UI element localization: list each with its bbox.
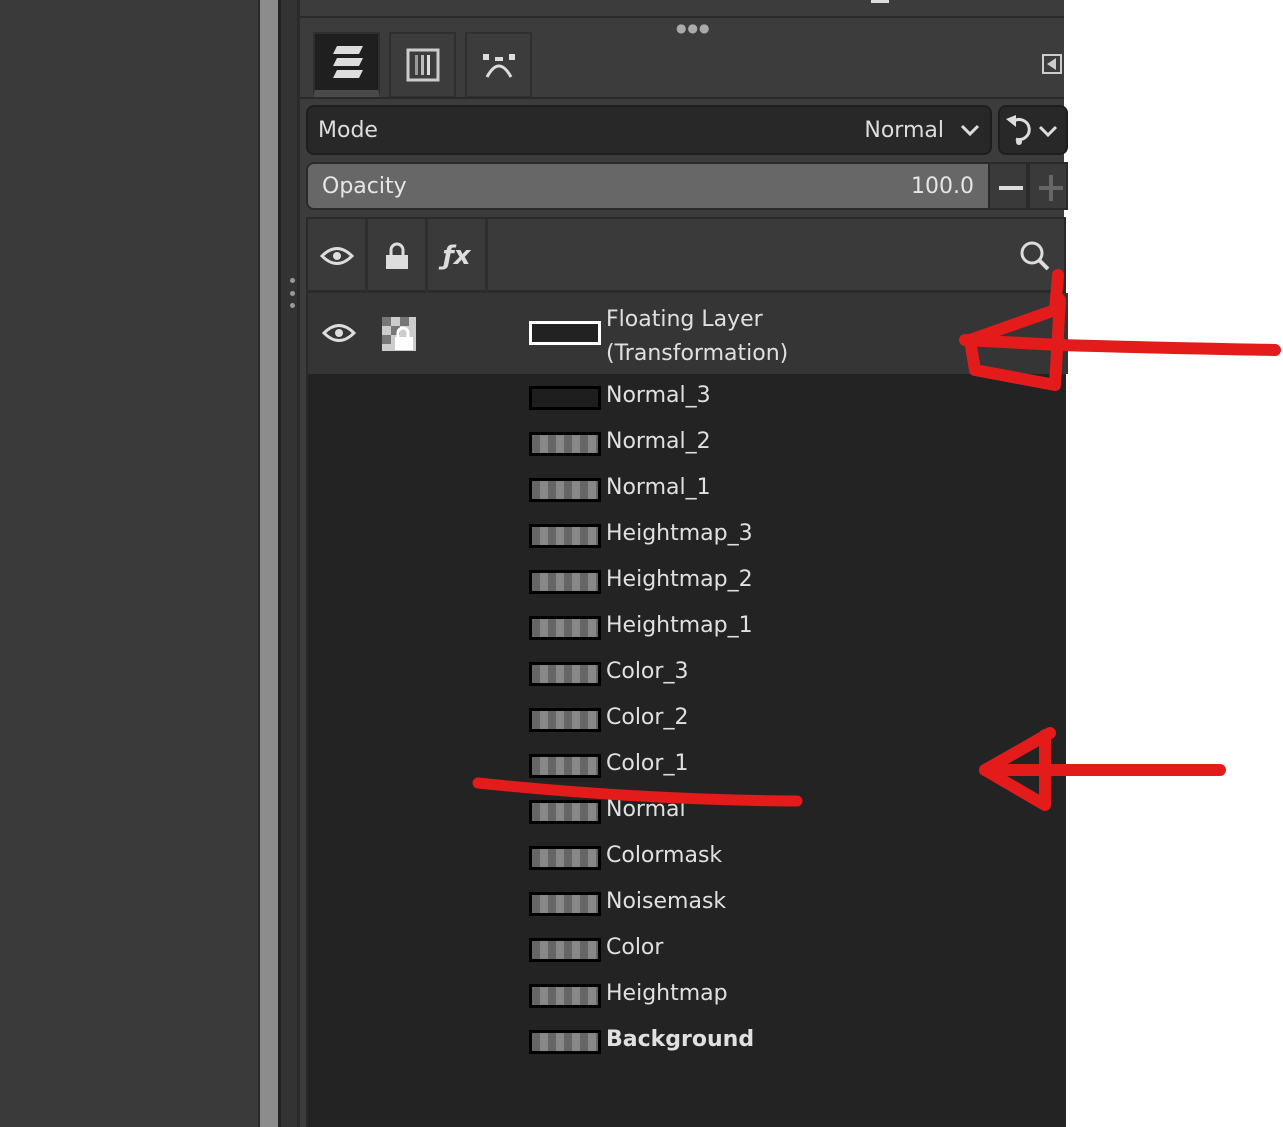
search-icon[interactable] <box>1018 239 1052 273</box>
dock-resize-handle[interactable] <box>290 278 295 308</box>
layers-list[interactable]: Floating Layer (Transformation) Normal_3… <box>306 293 1068 1127</box>
layer-row[interactable]: Color <box>308 927 1068 973</box>
lock-alpha-icon[interactable] <box>382 317 416 351</box>
eye-icon <box>319 247 354 265</box>
layer-name[interactable]: Normal_1 <box>606 475 711 500</box>
dock-menu-button[interactable] <box>1042 54 1062 74</box>
layer-name-line1: Floating Layer <box>606 307 763 332</box>
layer-thumbnail <box>529 616 601 640</box>
layers-icon <box>332 46 363 78</box>
layer-row[interactable]: Normal_3 <box>308 375 1068 421</box>
layer-name[interactable]: Background <box>606 1027 754 1052</box>
eye-icon[interactable] <box>322 322 356 344</box>
canvas-area <box>0 0 258 1127</box>
layer-row[interactable]: Normal_2 <box>308 421 1068 467</box>
dock-drag-handle[interactable]: ●●● <box>676 21 710 35</box>
layer-name[interactable]: Color_2 <box>606 705 688 730</box>
effects-column-header[interactable]: ƒx <box>428 219 488 293</box>
layer-thumbnail <box>529 846 601 870</box>
opacity-slider[interactable]: Opacity 100.0 <box>306 162 990 210</box>
layer-name[interactable]: Heightmap_1 <box>606 613 753 638</box>
layer-row[interactable]: Color_1 <box>308 743 1068 789</box>
layer-row[interactable]: Normal <box>308 789 1068 835</box>
scrollbar[interactable] <box>258 0 278 1127</box>
layer-name[interactable]: Colormask <box>606 843 722 868</box>
layer-name-floating[interactable]: Floating Layer (Transformation) <box>606 303 788 371</box>
layer-row[interactable]: Heightmap <box>308 973 1068 1019</box>
composite-mode-button[interactable] <box>998 105 1068 155</box>
lock-icon <box>385 242 408 269</box>
layers-header: ƒx <box>306 217 1066 293</box>
layer-name[interactable]: Color <box>606 935 663 960</box>
layer-thumbnail <box>529 432 601 456</box>
layer-row[interactable]: Heightmap_1 <box>308 605 1068 651</box>
layer-name[interactable]: Color_3 <box>606 659 688 684</box>
layer-name[interactable]: Noisemask <box>606 889 726 914</box>
layer-thumbnail <box>529 570 601 594</box>
layer-thumbnail <box>529 321 601 345</box>
tab-paths[interactable] <box>465 32 532 98</box>
layer-thumbnail <box>529 938 601 962</box>
layer-row-floating-selected[interactable]: Floating Layer (Transformation) <box>308 293 1068 374</box>
layers-dock: ●●● Mode Normal Opacity 100.0 ƒx Floatin… <box>300 0 1068 1127</box>
layer-name[interactable]: Heightmap_2 <box>606 567 753 592</box>
fx-icon: ƒx <box>442 241 471 271</box>
layer-thumbnail <box>529 984 601 1008</box>
layer-thumbnail <box>529 1030 601 1054</box>
layer-name[interactable]: Heightmap <box>606 981 728 1006</box>
opacity-increase-button[interactable] <box>1028 162 1068 210</box>
layer-thumbnail <box>529 754 601 778</box>
layer-row[interactable]: Noisemask <box>308 881 1068 927</box>
layer-name[interactable]: Heightmap_3 <box>606 521 753 546</box>
dock-top-bar <box>300 0 1064 18</box>
layer-row[interactable]: Color_3 <box>308 651 1068 697</box>
mode-dropdown[interactable]: Mode Normal <box>306 105 992 155</box>
layer-thumbnail <box>529 524 601 548</box>
opacity-value: 100.0 <box>911 173 974 199</box>
layer-name[interactable]: Normal_2 <box>606 429 711 454</box>
tab-channels[interactable] <box>389 32 456 98</box>
layer-row[interactable]: Heightmap_2 <box>308 559 1068 605</box>
layer-thumbnail <box>529 386 601 410</box>
layer-name-line2: (Transformation) <box>606 341 789 366</box>
layer-name[interactable]: Normal_3 <box>606 383 711 408</box>
layer-row[interactable]: Color_2 <box>308 697 1068 743</box>
paths-icon <box>482 54 515 78</box>
layer-thumbnail <box>529 708 601 732</box>
minus-icon <box>999 186 1023 190</box>
layer-row[interactable]: Heightmap_3 <box>308 513 1068 559</box>
layer-name[interactable]: Normal <box>606 797 686 822</box>
layer-thumbnail <box>529 478 601 502</box>
visibility-column-header[interactable] <box>308 219 368 293</box>
opacity-label: Opacity <box>322 173 407 199</box>
plus-icon <box>1049 175 1053 201</box>
chevron-down-icon <box>960 124 980 137</box>
lock-column-header[interactable] <box>368 219 428 293</box>
mode-value: Normal <box>864 117 944 143</box>
dock-separator[interactable] <box>278 0 300 1127</box>
reset-icon <box>1006 115 1058 145</box>
layer-thumbnail <box>529 892 601 916</box>
layer-row[interactable]: Background <box>308 1019 1068 1065</box>
layer-thumbnail <box>529 662 601 686</box>
layer-name[interactable]: Color_1 <box>606 751 688 776</box>
triangle-left-icon <box>1047 58 1056 70</box>
layer-row[interactable]: Normal_1 <box>308 467 1068 513</box>
mode-label: Mode <box>318 117 378 143</box>
channels-icon <box>406 48 439 82</box>
opacity-decrease-button[interactable] <box>988 162 1028 210</box>
layer-row[interactable]: Colormask <box>308 835 1068 881</box>
layer-thumbnail <box>529 800 601 824</box>
tab-layers[interactable] <box>313 32 380 98</box>
